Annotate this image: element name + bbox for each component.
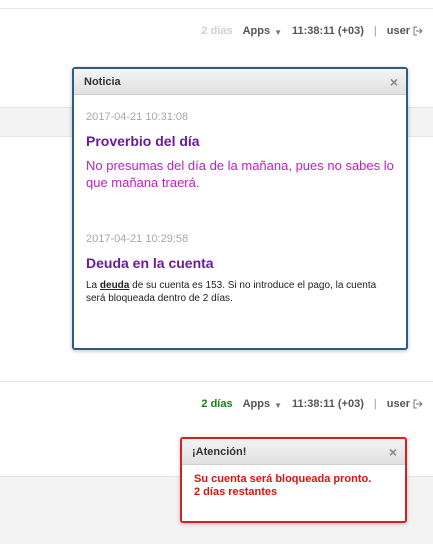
debt-text-before: La [86, 280, 100, 291]
separator: | [373, 398, 377, 410]
user-menu[interactable]: user [387, 398, 423, 410]
clock: 11:38:11 (+03) [292, 398, 364, 410]
second-header-bar: 2 días Apps ▼ 11:38:11 (+03) | user [201, 395, 423, 413]
apps-label: Apps [242, 25, 271, 37]
close-icon[interactable]: × [389, 445, 397, 459]
debt-text-after: de su cuenta es 153. Si no introduce el … [86, 280, 377, 304]
chevron-down-icon: ▼ [274, 400, 283, 410]
second-divider [0, 381, 433, 382]
user-label: user [386, 398, 410, 410]
entry-timestamp: 2017-04-21 10:31:08 [86, 111, 189, 123]
apps-menu[interactable]: Apps ▼ [243, 398, 282, 410]
user-menu[interactable]: user [387, 25, 423, 37]
alert-message-line1: Su cuenta será bloqueada pronto. [194, 473, 372, 485]
alert-modal: ¡Atención! × Su cuenta será bloqueada pr… [180, 437, 407, 523]
entry-title: Proverbio del día [86, 133, 200, 149]
clock: 11:38:11 (+03) [292, 25, 364, 37]
chevron-down-icon: ▼ [274, 27, 283, 37]
notice-modal-title: Noticia [84, 75, 121, 88]
separator: | [373, 25, 377, 37]
alert-message-line2: 2 días restantes [194, 486, 278, 498]
days-left-badge: 2 días [201, 398, 233, 410]
alert-modal-header: ¡Atención! × [182, 439, 405, 465]
faded-days-text: 2 días [201, 25, 233, 37]
apps-label: Apps [242, 398, 271, 410]
top-header-bar: 2 días Apps ▼ 11:38:11 (+03) | user [201, 22, 423, 40]
notice-modal: Noticia × 2017-04-21 10:31:08 Proverbio … [72, 67, 408, 350]
logout-icon[interactable] [413, 399, 423, 409]
notice-modal-body: 2017-04-21 10:31:08 Proverbio del día No… [74, 95, 406, 313]
entry-text: No presumas del día de la mañana, pues n… [86, 158, 394, 190]
entry-timestamp: 2017-04-21 10:29:58 [86, 233, 189, 245]
logout-icon[interactable] [413, 26, 423, 36]
entry-text: La deuda de su cuenta es 153. Si no intr… [86, 279, 394, 305]
close-icon[interactable]: × [390, 75, 398, 89]
debt-link[interactable]: deuda [100, 280, 129, 291]
notice-modal-header: Noticia × [74, 69, 406, 95]
user-label: user [386, 25, 410, 37]
entry-title: Deuda en la cuenta [86, 255, 214, 271]
alert-modal-body: Su cuenta será bloqueada pronto. 2 días … [182, 465, 405, 507]
alert-modal-title: ¡Atención! [192, 445, 247, 458]
top-divider [0, 8, 433, 9]
apps-menu[interactable]: Apps ▼ [243, 25, 282, 37]
